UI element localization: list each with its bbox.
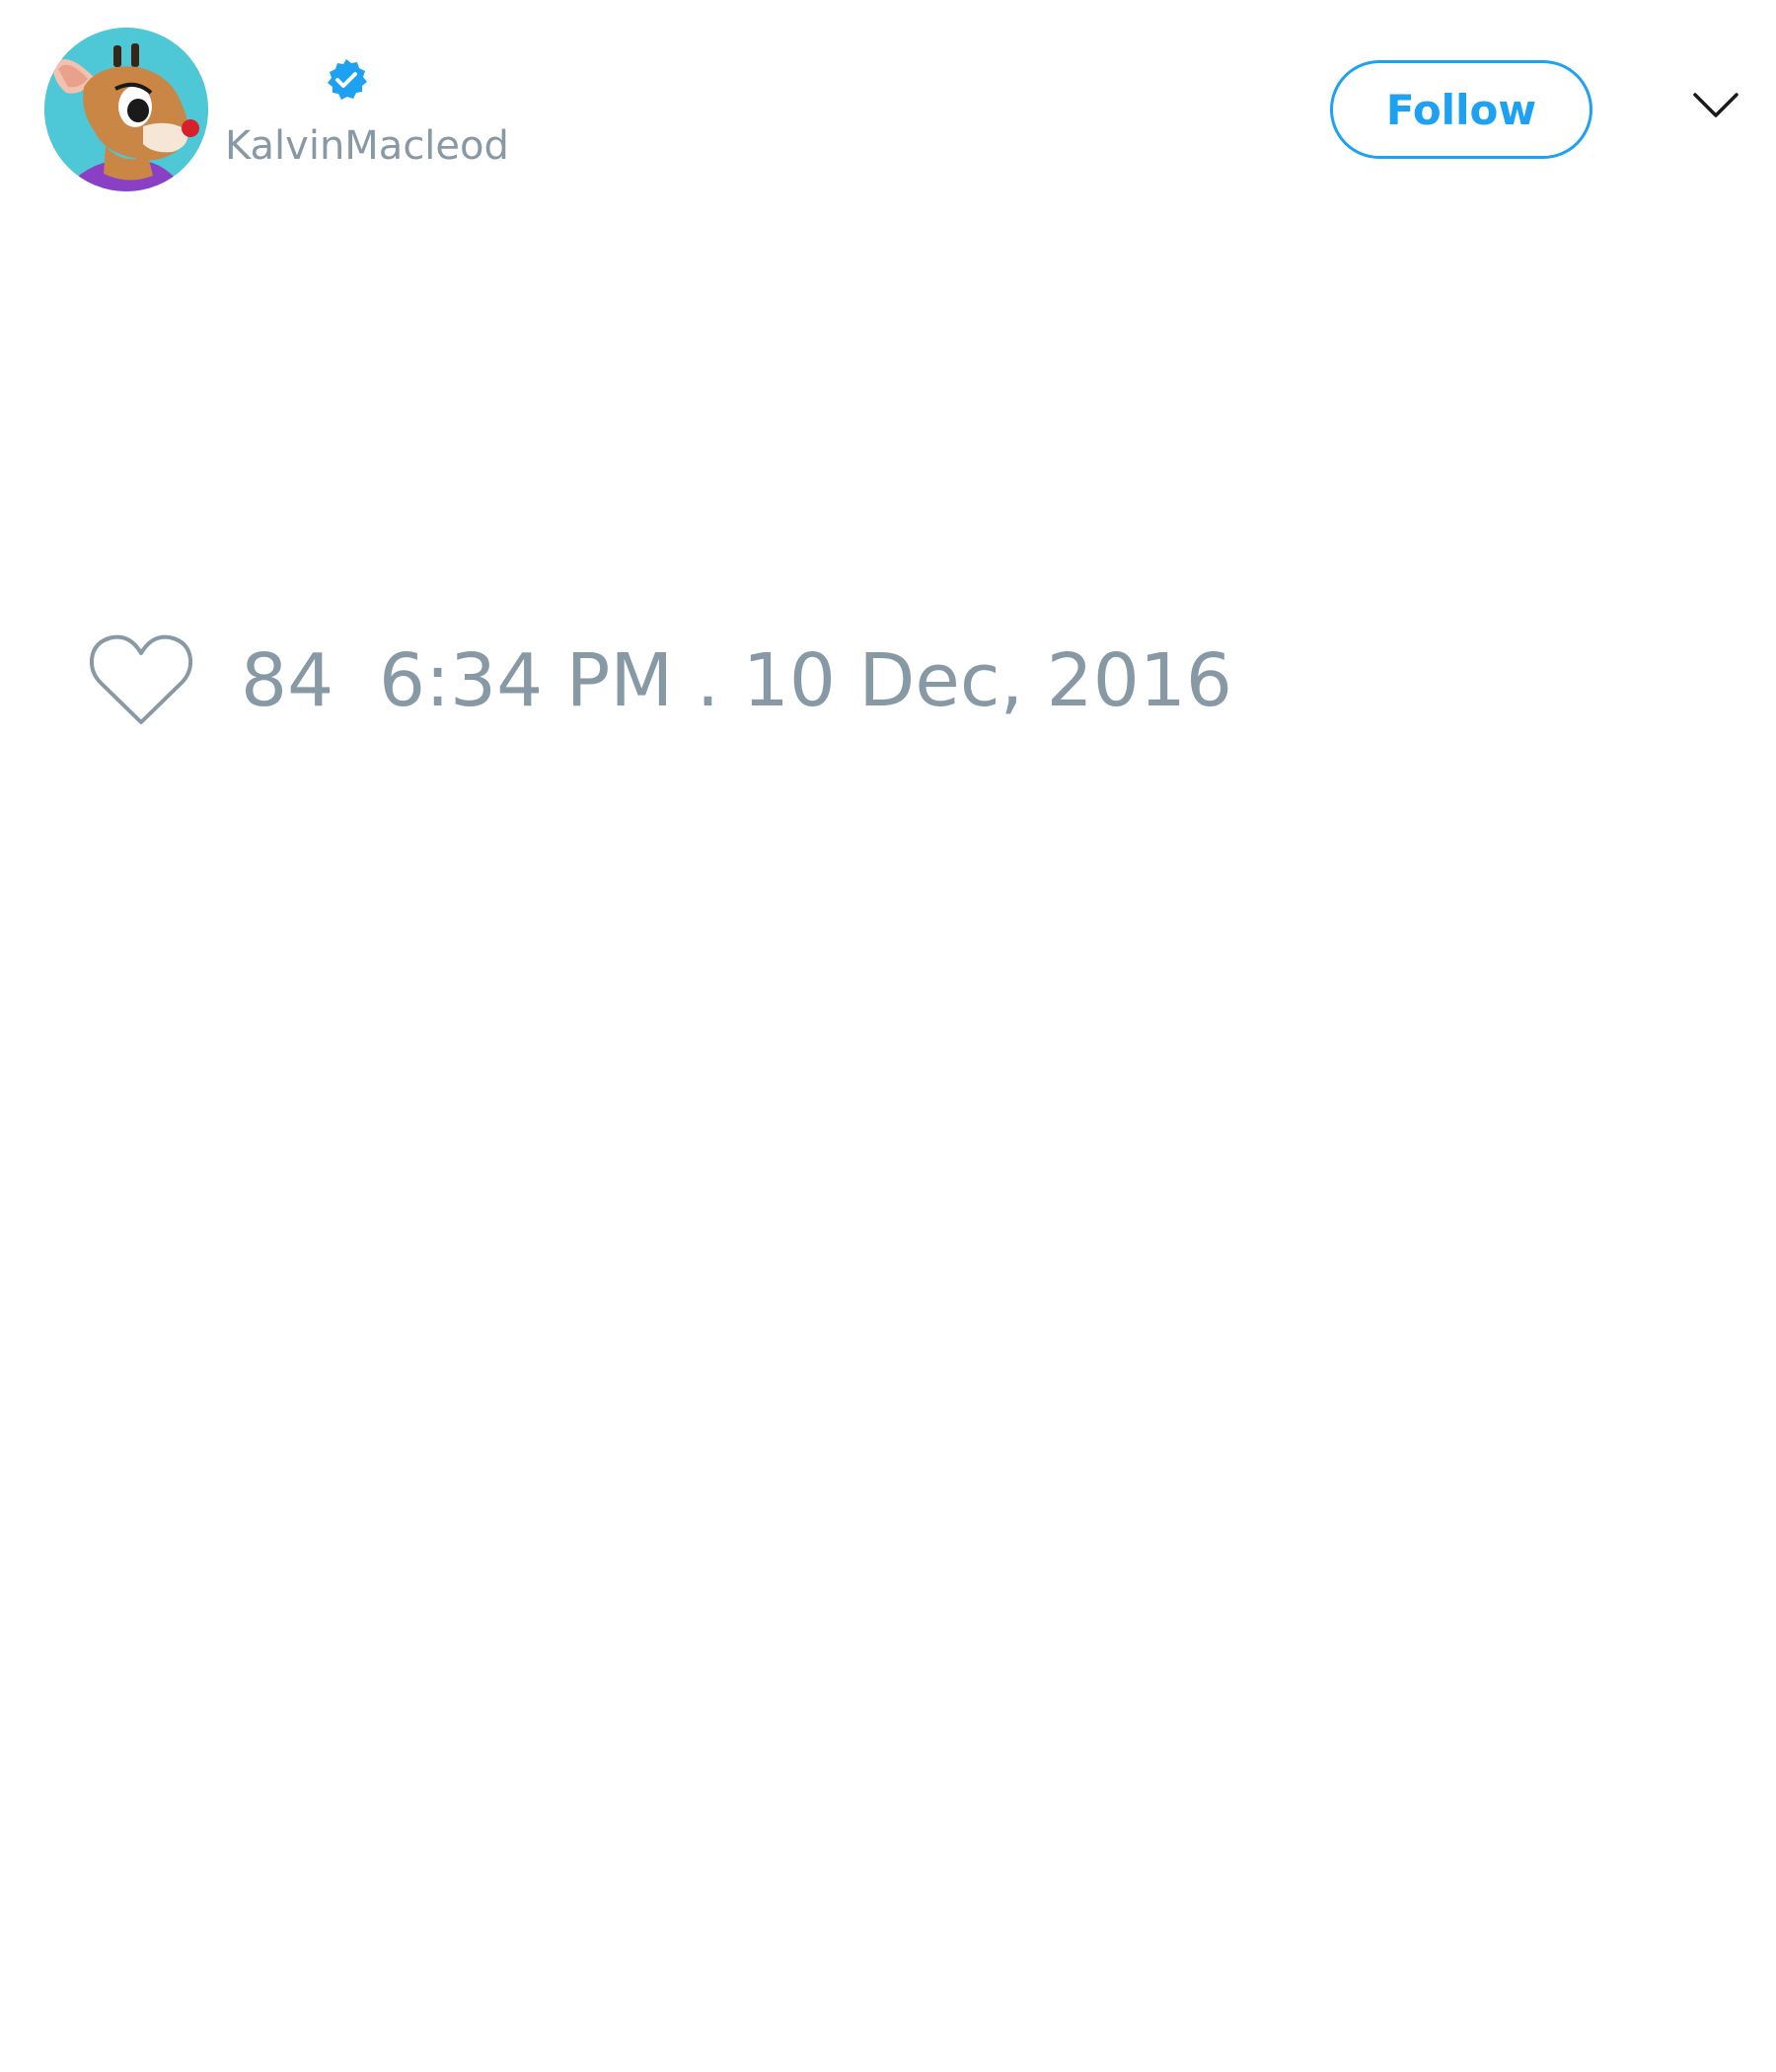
avatar[interactable] — [44, 28, 208, 191]
tweet-card: KalvinMacleod Follow 84 6:34 PM . 10 Dec… — [0, 0, 1776, 2072]
follow-button[interactable]: Follow — [1330, 60, 1592, 159]
user-handle[interactable]: KalvinMacleod — [225, 126, 509, 166]
tweet-actions: 84 6:34 PM . 10 Dec, 2016 — [89, 631, 1232, 730]
chevron-down-icon[interactable] — [1692, 91, 1739, 120]
like-count: 84 — [241, 638, 334, 723]
tweet-timestamp[interactable]: 6:34 PM . 10 Dec, 2016 — [379, 644, 1232, 717]
verified-badge-icon — [328, 59, 367, 100]
reindeer-avatar-icon — [44, 28, 208, 191]
heart-icon[interactable] — [89, 633, 193, 728]
